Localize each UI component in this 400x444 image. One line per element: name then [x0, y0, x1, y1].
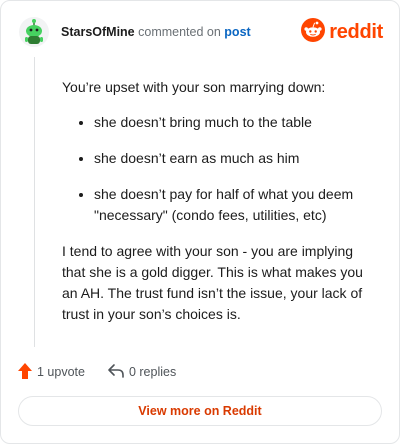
replies-stat[interactable]: 0 replies — [107, 363, 176, 382]
reddit-wordmark: reddit — [329, 20, 383, 43]
action-text: commented on — [138, 25, 221, 39]
thread-line — [34, 57, 35, 347]
comment-bullet-list: she doesn’t bring much to the table she … — [62, 112, 380, 226]
comment-intro: You’re upset with your son marrying down… — [62, 79, 326, 95]
reddit-logo-icon — [301, 17, 326, 47]
reply-count: 0 replies — [128, 365, 177, 379]
snoo-avatar-icon[interactable] — [19, 17, 49, 47]
list-item: she doesn’t pay for half of what you dee… — [94, 184, 380, 226]
reply-arrow-icon[interactable] — [107, 363, 125, 382]
reddit-brand[interactable]: reddit — [301, 17, 383, 47]
list-item: she doesn’t earn as much as him — [94, 148, 380, 169]
comment-embed-card: StarsOfMine commented on post reddit You… — [0, 0, 400, 444]
comment-header: StarsOfMine commented on post reddit — [17, 15, 383, 51]
comment-conclusion: I tend to agree with your son - you are … — [62, 243, 363, 322]
list-item: she doesn’t bring much to the table — [94, 112, 380, 133]
view-more-button[interactable]: View more on Reddit — [18, 396, 382, 426]
comment-body: You’re upset with your son marrying down… — [62, 77, 380, 325]
upvote-count: 1 upvote — [37, 365, 85, 379]
comment-meta: StarsOfMine commented on post — [61, 25, 251, 39]
upvote-arrow-icon[interactable] — [17, 362, 33, 383]
post-link[interactable]: post — [224, 25, 250, 39]
comment-footer: 1 upvote 0 replies — [17, 360, 198, 384]
upvote-stat[interactable]: 1 upvote — [17, 362, 85, 383]
username-link[interactable]: StarsOfMine — [61, 25, 135, 39]
